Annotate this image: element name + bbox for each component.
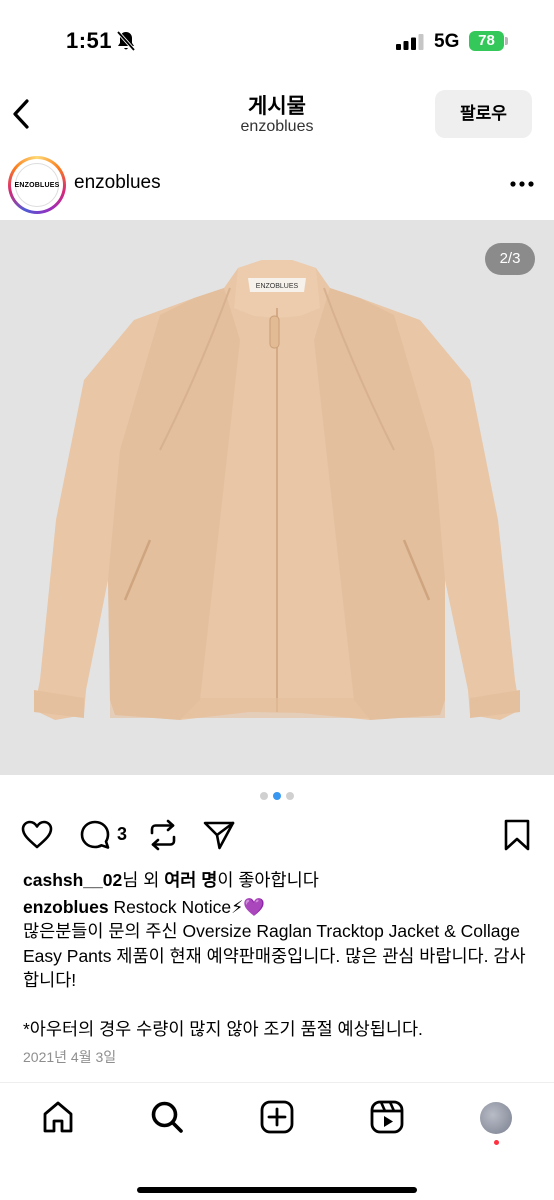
carousel-indicator: [0, 792, 554, 800]
follow-button[interactable]: 팔로우: [435, 90, 532, 138]
carousel-dot: [260, 792, 268, 800]
avatar-logo: ENZOBLUES: [15, 163, 59, 207]
profile-avatar[interactable]: [480, 1102, 512, 1134]
notification-dot: [494, 1140, 499, 1145]
likes-others[interactable]: 여러 명: [164, 870, 217, 890]
post-username[interactable]: enzoblues: [74, 172, 161, 194]
likes-middle: 님 외: [122, 870, 165, 890]
status-bar: 1:51 5G 78: [0, 0, 554, 80]
jacket-photo: ENZOBLUES: [34, 260, 520, 720]
home-indicator: [137, 1187, 417, 1193]
post-date: 2021년 4월 3일: [23, 1049, 117, 1065]
search-icon[interactable]: [149, 1099, 185, 1135]
battery-cap: [505, 37, 508, 45]
carousel-dot-active: [273, 792, 281, 800]
avatar[interactable]: ENZOBLUES: [8, 156, 66, 214]
repost-icon[interactable]: [146, 818, 180, 852]
signal-icon: [396, 34, 424, 50]
heart-icon[interactable]: [20, 818, 54, 852]
avatar-inner: ENZOBLUES: [11, 159, 63, 211]
post-caption: cashsh__02님 외 여러 명이 좋아합니다 enzoblues Rest…: [23, 868, 533, 1041]
caption-author[interactable]: enzoblues: [23, 897, 109, 917]
network-type: 5G: [434, 31, 460, 52]
send-icon[interactable]: [202, 818, 236, 852]
likes-suffix: 이 좋아합니다: [217, 870, 319, 890]
post-header: ENZOBLUES enzoblues: [0, 152, 554, 218]
bell-off-icon: [116, 30, 136, 52]
battery-indicator: 78: [469, 31, 508, 51]
reels-icon[interactable]: [369, 1099, 405, 1135]
post-actions: 3: [0, 812, 554, 858]
comment-icon[interactable]: [78, 818, 112, 852]
battery-level: 78: [469, 31, 504, 51]
status-time: 1:51: [66, 28, 113, 53]
image-counter: 2/3: [485, 243, 535, 275]
carousel-dot: [286, 792, 294, 800]
caption-text: enzoblues Restock Notice⚡💜 많은분들이 문의 주신 O…: [23, 895, 533, 993]
plus-square-icon[interactable]: [259, 1099, 295, 1135]
caption-note: *아우터의 경우 수량이 많지 않아 조기 품절 예상됩니다.: [23, 1018, 423, 1039]
more-horizontal-icon[interactable]: [510, 180, 534, 188]
bottom-nav: [0, 1082, 554, 1200]
caption-headline: Restock Notice⚡💜: [108, 896, 266, 917]
post-image[interactable]: ENZOBLUES 2/3: [0, 220, 554, 775]
bookmark-icon[interactable]: [500, 818, 534, 852]
page-header: 게시물 enzoblues 팔로우: [0, 80, 554, 146]
liker-username[interactable]: cashsh__02: [23, 870, 122, 890]
jacket-label: ENZOBLUES: [256, 283, 299, 290]
likes-text: cashsh__02님 외 여러 명이 좋아합니다: [23, 868, 533, 893]
comment-count: 3: [117, 824, 128, 844]
home-icon[interactable]: [40, 1099, 76, 1135]
caption-body: 많은분들이 문의 주신 Oversize Raglan Tracktop Jac…: [23, 921, 526, 990]
